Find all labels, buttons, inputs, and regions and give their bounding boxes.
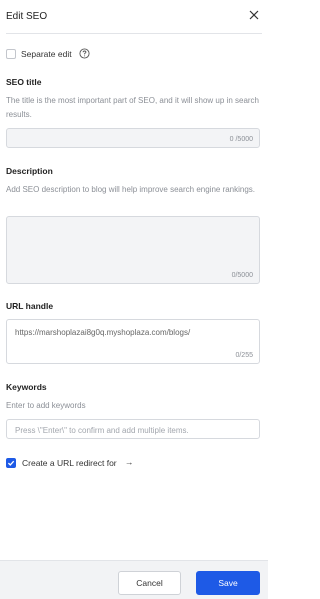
redirect-arrow-icon: →	[125, 457, 134, 467]
description-counter: 0/5000	[231, 272, 253, 279]
keywords-placeholder: Press \"Enter\" to confirm and add multi…	[15, 426, 189, 435]
seo-title-hint: The title is the most important part of …	[6, 96, 259, 119]
header-divider	[6, 33, 262, 34]
panel-title: Edit SEO	[6, 11, 48, 22]
panel-footer: Cancel Save	[0, 560, 268, 599]
help-circle-icon[interactable]	[79, 48, 90, 59]
description-heading: Description	[6, 166, 53, 176]
separate-edit-checkbox[interactable]	[6, 49, 16, 59]
keywords-input[interactable]: Press \"Enter\" to confirm and add multi…	[6, 419, 260, 439]
panel-header: Edit SEO	[0, 0, 268, 34]
cancel-button[interactable]: Cancel	[118, 571, 181, 595]
seo-title-heading: SEO title	[6, 77, 42, 87]
url-handle-heading: URL handle	[6, 301, 54, 311]
url-handle-counter: 0/255	[235, 352, 253, 359]
close-icon[interactable]	[248, 9, 260, 21]
check-icon	[7, 460, 15, 466]
url-redirect-label: Create a URL redirect for	[22, 458, 117, 468]
description-textarea[interactable]: 0/5000	[6, 216, 260, 284]
description-hint: Add SEO description to blog will help im…	[6, 185, 256, 194]
seo-title-counter: 0 /5000	[229, 136, 253, 143]
keywords-heading: Keywords	[6, 382, 47, 392]
seo-title-input[interactable]: 0 /5000	[6, 128, 260, 148]
url-redirect-checkbox[interactable]	[6, 458, 16, 468]
separate-edit-label: Separate edit	[21, 49, 72, 59]
url-handle-input[interactable]: https://marshoplazai8g0q.myshoplaza.com/…	[6, 319, 260, 364]
save-button[interactable]: Save	[196, 571, 260, 595]
keywords-hint: Enter to add keywords	[6, 401, 86, 410]
url-handle-value: https://marshoplazai8g0q.myshoplaza.com/…	[15, 328, 191, 337]
